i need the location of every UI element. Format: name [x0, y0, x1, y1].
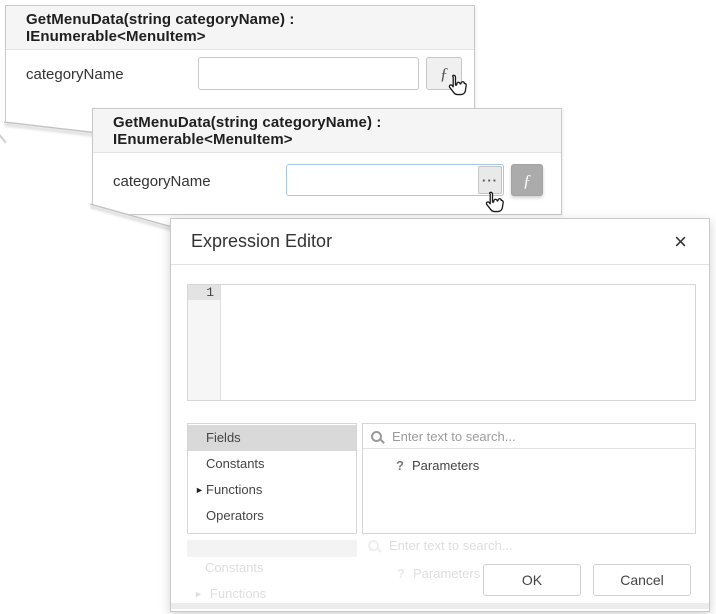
cancel-button[interactable]: Cancel	[593, 564, 691, 596]
line-number: 1	[188, 285, 220, 300]
ghost-search: Enter text to search...	[368, 538, 513, 553]
line-number-gutter: 1	[188, 285, 221, 400]
torn-edge-panel-1	[4, 121, 98, 139]
expression-editor-button[interactable]: ƒ	[511, 164, 543, 196]
expression-editor-dialog: Expression Editor × Constants ► Function…	[170, 218, 710, 612]
close-icon[interactable]: ×	[672, 231, 689, 253]
method-signature: GetMenuData(string categoryName) : IEnum…	[26, 11, 454, 45]
category-item-operators[interactable]: Operators	[188, 503, 356, 529]
function-icon: ƒ	[523, 172, 532, 189]
method-signature-header: GetMenuData(string categoryName) : IEnum…	[6, 6, 474, 50]
torn-edge-panel-2	[90, 202, 172, 232]
ghost-category: ► Functions	[194, 586, 266, 601]
footer-strip	[171, 603, 709, 609]
ellipsis-icon: ···	[482, 174, 498, 187]
expand-arrow-icon[interactable]: ►	[195, 477, 204, 503]
ghost-parameters: ? Parameters	[397, 566, 480, 581]
expression-input-area[interactable]	[221, 285, 695, 400]
parameter-panel-1: GetMenuData(string categoryName) : IEnum…	[5, 5, 475, 122]
dialog-titlebar: Expression Editor ×	[171, 219, 709, 265]
parameter-value-input[interactable]	[198, 57, 419, 90]
search-icon	[371, 431, 382, 442]
parameter-name-label: categoryName	[113, 173, 211, 190]
ok-button[interactable]: OK	[483, 564, 581, 596]
search-bar	[363, 424, 695, 449]
category-item-fields[interactable]: Fields	[188, 425, 356, 451]
method-signature: GetMenuData(string categoryName) : IEnum…	[113, 114, 541, 148]
dialog-title: Expression Editor	[191, 231, 672, 252]
category-item-functions[interactable]: ► Functions	[188, 477, 356, 503]
expression-code-editor: 1	[187, 284, 696, 401]
ghost-selected-row	[187, 540, 357, 557]
ghost-category: Constants	[205, 560, 264, 575]
search-input[interactable]	[392, 429, 687, 444]
parameter-icon: ?	[396, 458, 412, 473]
category-list: Fields Constants ► Functions Operators	[187, 423, 357, 534]
category-item-constants[interactable]: Constants	[188, 451, 356, 477]
tree-item-parameters[interactable]: ? Parameters	[396, 458, 695, 473]
items-panel: ? Parameters	[362, 423, 696, 534]
documentation-composite: GetMenuData(string categoryName) : IEnum…	[0, 0, 716, 614]
ghost-duplicate-content: Constants ► Functions Enter text to sear…	[171, 219, 709, 611]
parameter-value-input[interactable]	[286, 164, 504, 196]
search-icon	[368, 540, 379, 551]
hand-cursor-icon	[444, 72, 470, 102]
method-signature-header: GetMenuData(string categoryName) : IEnum…	[93, 109, 561, 153]
hand-cursor-icon	[481, 189, 507, 219]
parameter-name-label: categoryName	[26, 66, 124, 83]
